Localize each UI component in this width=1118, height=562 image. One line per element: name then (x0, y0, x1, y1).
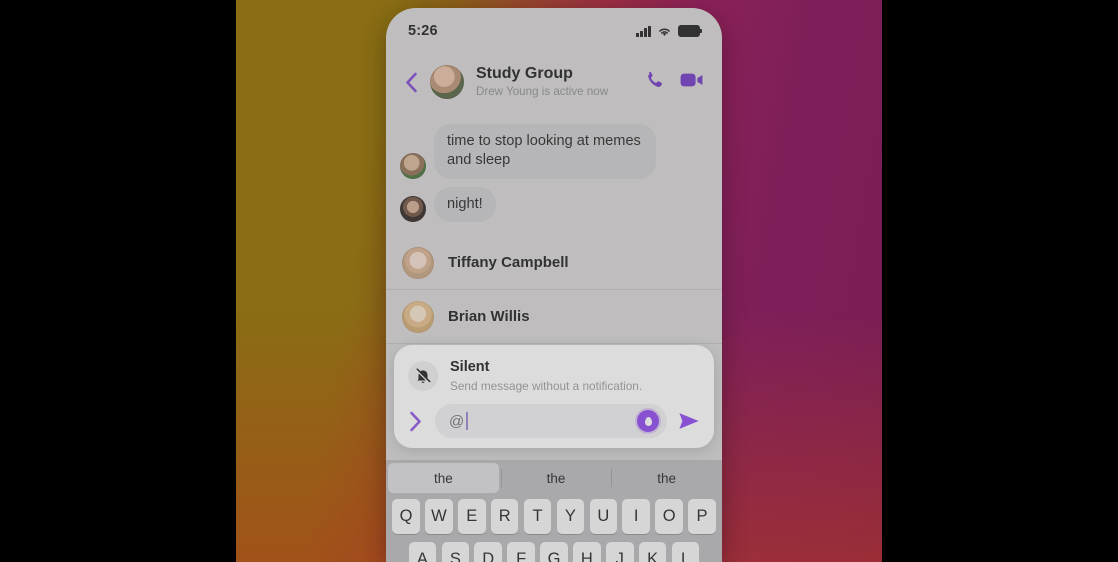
key-G[interactable]: G (540, 542, 568, 562)
silent-text: Silent Send message without a notificati… (450, 359, 642, 394)
key-F[interactable]: F (507, 542, 535, 562)
message-bubble: night! (434, 186, 496, 222)
silent-description: Send message without a notification. (450, 379, 643, 394)
avatar (400, 152, 426, 179)
key-L[interactable]: L (671, 542, 700, 562)
key-D[interactable]: D (474, 542, 502, 562)
key-Q[interactable]: Q (392, 499, 420, 534)
silent-tooltip: Silent Send message without a notificati… (394, 355, 714, 402)
key-E[interactable]: E (458, 499, 486, 534)
expand-button[interactable] (404, 411, 426, 432)
key-U[interactable]: U (589, 499, 618, 534)
avatar (400, 195, 426, 222)
phone-call-button[interactable] (645, 70, 664, 94)
status-bar: 5:26 (386, 8, 722, 54)
voice-clip-icon (644, 416, 652, 426)
message-row: time to stop looking at memes and sleep (386, 120, 722, 183)
phone-call-icon (648, 71, 662, 87)
chat-header: Study Group Drew Young is active now (386, 54, 722, 110)
status-icons (636, 25, 703, 37)
bell-slash-icon (415, 368, 431, 384)
message-input[interactable]: @ (435, 404, 667, 439)
prediction-1[interactable]: the (500, 460, 612, 496)
mention-name: Tiffany Campbell (448, 254, 569, 271)
chat-header-actions (645, 70, 708, 94)
key-A[interactable]: A (408, 542, 437, 562)
composer-card: Silent Send message without a notificati… (394, 345, 714, 449)
send-button[interactable] (676, 411, 702, 431)
chevron-left-icon (405, 72, 417, 92)
prediction-2[interactable]: the (611, 460, 722, 496)
phone-mockup: 5:26 Study Group Drew Young is active no… (386, 8, 722, 562)
video-call-button[interactable] (680, 72, 704, 93)
key-W[interactable]: W (425, 499, 453, 534)
chevron-right-icon (409, 411, 421, 431)
key-J[interactable]: J (606, 542, 634, 562)
key-P[interactable]: P (688, 499, 716, 534)
on-screen-keyboard: the the the QWERTYUIOP ASDFGHJKL (386, 460, 722, 562)
key-Y[interactable]: Y (556, 499, 585, 534)
message-input-value: @ (449, 412, 465, 430)
wifi-icon (659, 28, 670, 36)
prediction-0[interactable]: the (388, 463, 499, 493)
silent-icon-wrap (408, 361, 438, 391)
chat-subtitle: Drew Young is active now (476, 84, 609, 98)
avatar (402, 246, 434, 279)
mention-name: Brian Willis (448, 308, 530, 325)
send-arrow-icon (679, 413, 699, 430)
silent-title: Silent (450, 359, 490, 375)
key-K[interactable]: K (638, 542, 667, 562)
screenshot-stage: 5:26 Study Group Drew Young is active no… (0, 0, 1118, 562)
battery-full-icon (678, 25, 703, 37)
composer-input-row: @ (394, 402, 714, 440)
chat-title: Study Group (476, 65, 573, 83)
letterbox-right (882, 0, 1118, 562)
video-camera-icon (680, 73, 703, 86)
key-I[interactable]: I (622, 499, 650, 534)
key-S[interactable]: S (441, 542, 470, 562)
prediction-bar: the the the (386, 460, 722, 496)
voice-clip-button[interactable] (637, 410, 659, 433)
status-clock: 5:26 (408, 23, 438, 39)
message-bubble: time to stop looking at memes and sleep (434, 124, 656, 179)
avatar (402, 300, 434, 333)
mention-item-tiffany[interactable]: Tiffany Campbell (386, 236, 722, 290)
mention-item-brian[interactable]: Brian Willis (386, 290, 722, 344)
keyboard-row-2: ASDFGHJKL (386, 534, 722, 562)
back-button[interactable] (400, 72, 422, 93)
group-avatar[interactable] (430, 65, 464, 99)
cellular-signal-icon (636, 25, 651, 37)
message-row: night! (386, 183, 722, 226)
keyboard-row-1: QWERTYUIOP (386, 496, 722, 534)
key-R[interactable]: R (490, 499, 519, 534)
text-caret (466, 412, 469, 431)
mention-suggestion-list: Tiffany Campbell Brian Willis (386, 236, 722, 344)
letterbox-left (0, 0, 236, 562)
chat-header-text: Study Group Drew Young is active now (472, 65, 637, 99)
key-T[interactable]: T (523, 499, 552, 534)
message-list: time to stop looking at memes and sleep … (386, 112, 722, 226)
key-O[interactable]: O (655, 499, 683, 534)
key-H[interactable]: H (573, 542, 601, 562)
